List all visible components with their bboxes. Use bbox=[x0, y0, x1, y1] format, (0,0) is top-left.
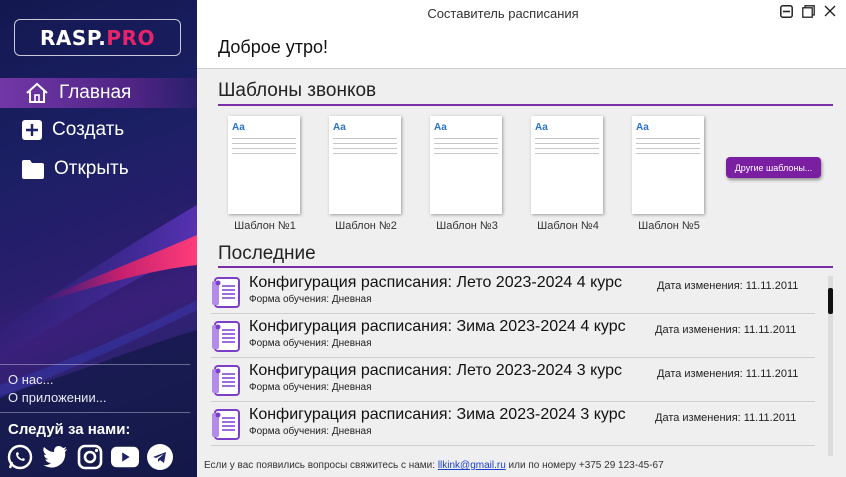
about-us-link[interactable]: О нас... bbox=[8, 371, 107, 389]
template-thumbnail: Aa bbox=[228, 116, 300, 214]
home-icon bbox=[26, 82, 48, 103]
template-card[interactable]: Aa Шаблон №2 bbox=[329, 116, 403, 232]
section-divider bbox=[218, 266, 833, 268]
nav-item-create[interactable]: Создать bbox=[22, 119, 124, 141]
recent-item-name: Конфигурация расписания: Лето 2023-2024 … bbox=[249, 274, 623, 291]
scrollbar-thumb[interactable] bbox=[828, 288, 833, 314]
recent-item-form: Форма обучения: Дневная bbox=[249, 294, 372, 305]
recent-item-name: Конфигурация расписания: Зима 2023-2024 … bbox=[249, 406, 626, 423]
template-page-label: Aa bbox=[333, 122, 346, 133]
window-title: Составитель расписания bbox=[427, 6, 579, 21]
nav-label-open: Открыть bbox=[54, 158, 129, 179]
main-panel: Составитель расписания Доброе утро! Шабл… bbox=[197, 0, 846, 477]
template-page-label: Aa bbox=[636, 122, 649, 133]
nav-label-create: Создать bbox=[52, 119, 125, 140]
sidebar-links: О нас... О приложении... bbox=[8, 371, 107, 407]
telegram-icon[interactable] bbox=[146, 443, 174, 471]
footer-text: Если у вас появились вопросы свяжитесь с… bbox=[204, 460, 438, 471]
plus-square-icon bbox=[22, 120, 42, 140]
sidebar-divider bbox=[0, 364, 190, 365]
template-thumbnail: Aa bbox=[430, 116, 502, 214]
recent-item-form: Форма обучения: Дневная bbox=[249, 382, 372, 393]
recent-item[interactable]: Конфигурация расписания: Лето 2023-2024 … bbox=[211, 270, 815, 314]
twitter-icon[interactable] bbox=[41, 443, 69, 471]
social-links bbox=[6, 443, 174, 471]
recent-scrollbar[interactable] bbox=[828, 276, 833, 456]
greeting: Доброе утро! bbox=[218, 37, 329, 57]
template-caption: Шаблон №5 bbox=[638, 220, 700, 232]
template-card[interactable]: Aa Шаблон №1 bbox=[228, 116, 302, 232]
schedule-document-icon bbox=[212, 321, 240, 352]
recent-item-form: Форма обучения: Дневная bbox=[249, 338, 372, 349]
sidebar: RASP. PRO Главная Создать Открыть О нас..… bbox=[0, 0, 197, 477]
template-caption: Шаблон №2 bbox=[335, 220, 397, 232]
recent-item[interactable]: Конфигурация расписания: Зима 2023-2024 … bbox=[211, 402, 815, 446]
schedule-document-icon bbox=[212, 365, 240, 396]
logo-accent: PRO bbox=[106, 25, 155, 50]
template-caption: Шаблон №4 bbox=[537, 220, 599, 232]
recent-item-date: Дата изменения: 11.11.2011 bbox=[657, 280, 799, 292]
folder-icon bbox=[22, 159, 44, 179]
template-thumbnail: Aa bbox=[531, 116, 603, 214]
contact-email-link[interactable]: llkink@gmail.ru bbox=[438, 460, 506, 471]
about-app-link[interactable]: О приложении... bbox=[8, 389, 107, 407]
template-page-label: Aa bbox=[535, 122, 548, 133]
sidebar-divider bbox=[0, 412, 190, 413]
template-thumbnail: Aa bbox=[329, 116, 401, 214]
app-logo: RASP. PRO bbox=[14, 19, 181, 56]
recent-item-date: Дата изменения: 11.11.2011 bbox=[655, 412, 797, 424]
maximize-icon[interactable] bbox=[802, 5, 815, 18]
recent-item-date: Дата изменения: 11.11.2011 bbox=[655, 324, 797, 336]
template-card[interactable]: Aa Шаблон №4 bbox=[531, 116, 605, 232]
minimize-icon[interactable] bbox=[780, 5, 793, 18]
template-page-label: Aa bbox=[434, 122, 447, 133]
header: Составитель расписания Доброе утро! bbox=[197, 0, 846, 69]
follow-label: Следуй за нами: bbox=[8, 421, 131, 438]
template-page-label: Aa bbox=[232, 122, 245, 133]
recent-item-form: Форма обучения: Дневная bbox=[249, 426, 372, 437]
template-thumbnail: Aa bbox=[632, 116, 704, 214]
template-caption: Шаблон №1 bbox=[234, 220, 296, 232]
template-card[interactable]: Aa Шаблон №5 bbox=[632, 116, 706, 232]
recent-item[interactable]: Конфигурация расписания: Лето 2023-2024 … bbox=[211, 358, 815, 402]
logo-text: RASP. bbox=[40, 25, 107, 50]
nav-label-home: Главная bbox=[59, 82, 132, 103]
close-icon[interactable] bbox=[824, 5, 836, 17]
recent-item[interactable]: Конфигурация расписания: Зима 2023-2024 … bbox=[211, 314, 815, 358]
template-caption: Шаблон №3 bbox=[436, 220, 498, 232]
schedule-document-icon bbox=[212, 409, 240, 440]
recent-item-date: Дата изменения: 11.11.2011 bbox=[657, 368, 799, 380]
templates-title: Шаблоны звонков bbox=[218, 80, 377, 101]
footer-phone-text: или по номеру +375 29 123-45-67 bbox=[505, 460, 664, 471]
section-divider bbox=[218, 104, 833, 106]
template-card[interactable]: Aa Шаблон №3 bbox=[430, 116, 504, 232]
schedule-document-icon bbox=[212, 277, 240, 308]
whatsapp-icon[interactable] bbox=[6, 443, 34, 471]
more-templates-button[interactable]: Другие шаблоны... bbox=[726, 157, 821, 178]
instagram-icon[interactable] bbox=[76, 443, 104, 471]
recent-title: Последние bbox=[218, 243, 316, 264]
recent-item-name: Конфигурация расписания: Лето 2023-2024 … bbox=[249, 362, 623, 379]
footer-contact: Если у вас появились вопросы свяжитесь с… bbox=[204, 460, 664, 471]
nav-item-open[interactable]: Открыть bbox=[22, 158, 129, 180]
nav-item-home[interactable]: Главная bbox=[0, 78, 197, 108]
recent-item-name: Конфигурация расписания: Зима 2023-2024 … bbox=[249, 318, 626, 335]
window-controls bbox=[780, 5, 836, 18]
youtube-icon[interactable] bbox=[111, 443, 139, 471]
